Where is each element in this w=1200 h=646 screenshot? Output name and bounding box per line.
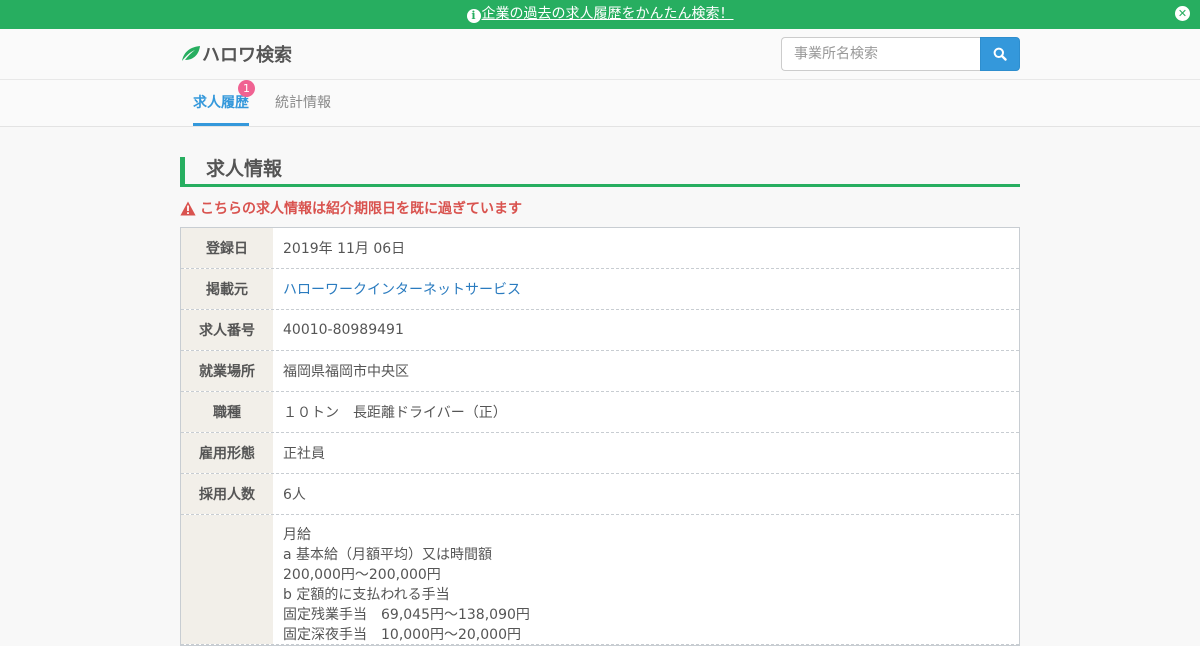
table-row: 採用人数 6人 (181, 474, 1019, 515)
search-input[interactable] (781, 37, 981, 71)
site-logo[interactable]: ハロワ検索 (180, 41, 292, 67)
site-header: ハロワ検索 (0, 29, 1200, 80)
salary-line: 200,000円～200,000円 (283, 567, 441, 583)
row-label: 就業場所 (181, 351, 273, 391)
row-value: 正社員 (283, 446, 325, 462)
leaf-icon (182, 46, 200, 61)
row-label: 登録日 (181, 228, 273, 268)
salary-line: 固定深夜手当 10,000円～20,000円 (283, 627, 521, 643)
announcement-link[interactable]: i 企業の過去の求人履歴をかんたん検索！ (0, 0, 1200, 29)
row-value: 6人 (283, 487, 306, 503)
row-value: ハローワークインターネットサービス (273, 269, 1019, 309)
row-label: 職種 (181, 392, 273, 432)
logo-text: ハロワ検索 (202, 45, 292, 66)
warning-text: こちらの求人情報は紹介期限日を既に過ぎています (200, 201, 522, 217)
table-row: 就業場所 福岡県福岡市中央区 (181, 351, 1019, 392)
row-label: 採用人数 (181, 474, 273, 514)
salary-line: a 基本給（月額平均）又は時間額 (283, 547, 493, 563)
announcement-bar: i 企業の過去の求人履歴をかんたん検索！ ✕ (0, 0, 1200, 29)
row-value: １０トン 長距離ドライバー（正） (283, 405, 507, 421)
salary-row: 月給 a 基本給（月額平均）又は時間額 200,000円～200,000円 b … (181, 515, 1019, 645)
notification-badge: 1 (238, 80, 255, 97)
salary-line: 固定残業手当 69,045円～138,090円 (283, 607, 530, 623)
search-button[interactable] (980, 37, 1020, 71)
tab-statistics[interactable]: 統計情報 (275, 80, 331, 126)
source-link[interactable]: ハローワークインターネットサービス (283, 279, 521, 299)
warning-triangle-icon (180, 201, 196, 215)
row-value: 福岡県福岡市中央区 (283, 364, 409, 380)
salary-value: 月給 a 基本給（月額平均）又は時間額 200,000円～200,000円 b … (273, 515, 1019, 644)
salary-line: 月給 (283, 527, 311, 543)
table-row: 雇用形態 正社員 (181, 433, 1019, 474)
table-row: 登録日 2019年 11月 06日 (181, 228, 1019, 269)
tab-bar: 求人履歴 1 統計情報 (0, 80, 1200, 127)
row-value: 40010-80989491 (283, 322, 404, 338)
salary-line: b 定額的に支払われる手当 (283, 587, 450, 603)
table-row: 求人番号 40010-80989491 (181, 310, 1019, 351)
search-icon (993, 47, 1007, 61)
close-icon[interactable]: ✕ (1175, 6, 1190, 21)
row-label: 求人番号 (181, 310, 273, 350)
job-info-table: 登録日 2019年 11月 06日 掲載元 ハローワークインターネットサービス … (180, 227, 1020, 646)
info-circle-icon: i (466, 9, 481, 23)
table-row: 職種 １０トン 長距離ドライバー（正） (181, 392, 1019, 433)
row-value: 2019年 11月 06日 (283, 241, 406, 257)
row-label: 掲載元 (181, 269, 273, 309)
row-label: 雇用形態 (181, 433, 273, 473)
page-title: 求人情報 (180, 157, 1020, 187)
row-label (181, 515, 273, 644)
announcement-text[interactable]: 企業の過去の求人履歴をかんたん検索！ (482, 6, 734, 22)
table-row: 掲載元 ハローワークインターネットサービス (181, 269, 1019, 310)
expired-warning: こちらの求人情報は紹介期限日を既に過ぎています (180, 198, 522, 218)
